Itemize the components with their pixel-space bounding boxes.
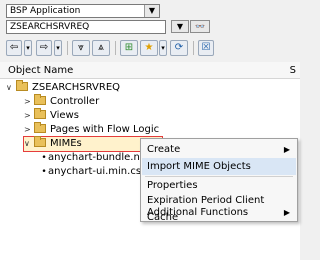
collapse-icon: ⩓ [98, 42, 104, 53]
folder-icon [34, 94, 46, 105]
chevron-down-icon[interactable]: ▼ [144, 5, 159, 17]
favorites-button[interactable]: ★ [140, 40, 158, 56]
close-icon: ☒ [201, 42, 211, 53]
tree-node-pages-with-flow-logic[interactable]: > Pages with Flow Logic [24, 122, 160, 137]
column-header-secondary: S [289, 65, 296, 76]
back-menu-button[interactable]: ▾ [24, 40, 32, 56]
back-button[interactable]: ⇦ [6, 40, 22, 56]
dropdown-button[interactable]: ▼ [171, 20, 189, 33]
object-name-field[interactable]: ZSEARCHSRVREQ [6, 20, 166, 34]
toolbar-separator [193, 41, 194, 55]
tree-node-file[interactable]: •anychart-bundle.n [40, 151, 140, 165]
collapse-button[interactable]: ⩓ [92, 40, 110, 56]
expanded-chevron-icon[interactable]: ∨ [6, 81, 16, 95]
submenu-arrow-icon: ▶ [283, 145, 290, 154]
folder-icon [34, 136, 46, 147]
menu-item-label: Properties [147, 180, 198, 191]
tree-node-label: anychart-ui.min.cs [48, 166, 142, 177]
forward-button[interactable]: ⇨ [36, 40, 52, 56]
column-header-object-name: Object Name [8, 65, 74, 76]
tree-node-label: anychart-bundle.n [48, 152, 140, 163]
menu-item-create[interactable]: Create ▶ [142, 141, 296, 158]
tree-node-views[interactable]: > Views [24, 108, 79, 123]
folder-icon [16, 80, 28, 91]
menu-item-label: Import MIME Objects [147, 161, 251, 172]
tree-node-controller[interactable]: > Controller [24, 94, 100, 109]
collapsed-chevron-icon[interactable]: > [24, 95, 34, 109]
tree-node-root[interactable]: ∨ ZSEARCHSRVREQ [6, 80, 121, 95]
forward-menu-button[interactable]: ▾ [54, 40, 62, 56]
favorites-menu-button[interactable]: ▾ [159, 40, 167, 56]
toolbar-separator [67, 41, 68, 55]
chevron-down-icon: ▼ [176, 22, 184, 31]
menu-item-label: Create [147, 144, 181, 155]
arrow-left-icon: ⇦ [9, 42, 19, 53]
collapsed-chevron-icon[interactable]: > [24, 109, 34, 123]
chevron-down-icon: ▾ [26, 44, 30, 52]
chevron-down-icon: ▾ [161, 44, 165, 52]
tree-node-label: ZSEARCHSRVREQ [32, 82, 121, 93]
close-button[interactable]: ☒ [198, 40, 214, 56]
chevron-down-icon: ▾ [56, 44, 60, 52]
collapsed-chevron-icon[interactable]: > [24, 123, 34, 137]
bullet-icon: • [41, 167, 47, 177]
tree-node-label: Pages with Flow Logic [50, 124, 160, 135]
hierarchy-button[interactable]: ⊞ [120, 40, 138, 56]
refresh-button[interactable]: ⟳ [170, 40, 188, 56]
display-button[interactable]: 👓 [190, 20, 210, 33]
tree-node-file[interactable]: •anychart-ui.min.cs [40, 165, 141, 179]
object-type-dropdown[interactable]: BSP Application ▼ [6, 4, 160, 18]
toolbar: ⇦ ▾ ⇨ ▾ ⩔ ⩓ ⊞ ★ ▾ ⟳ ☒ [4, 40, 300, 58]
hierarchy-icon: ⊞ [124, 42, 134, 53]
refresh-icon: ⟳ [174, 42, 184, 53]
favorites-icon: ★ [144, 42, 154, 53]
tree-node-label: MIMEs [50, 138, 82, 149]
expanded-chevron-icon[interactable]: ∨ [24, 137, 34, 151]
menu-item-label: Additional Functions [147, 207, 249, 218]
expand-icon: ⩔ [78, 42, 84, 53]
bullet-icon: • [41, 153, 47, 163]
tree-header: Object Name S [0, 62, 300, 79]
folder-icon [34, 122, 46, 133]
context-menu: Create ▶ Import MIME Objects Properties … [140, 138, 298, 223]
tree-node-label: Controller [50, 96, 100, 107]
folder-icon [34, 108, 46, 119]
submenu-arrow-icon: ▶ [283, 208, 290, 217]
expand-button[interactable]: ⩔ [72, 40, 90, 56]
arrow-right-icon: ⇨ [39, 42, 49, 53]
tree-node-label: Views [50, 110, 79, 121]
menu-item-additional-functions[interactable]: Additional Functions ▶ [142, 205, 296, 221]
object-type-value: BSP Application [10, 6, 81, 16]
menu-item-import-mime-objects[interactable]: Import MIME Objects [142, 158, 296, 175]
toolbar-separator [115, 41, 116, 55]
glasses-icon: 👓 [195, 22, 205, 31]
object-name-value: ZSEARCHSRVREQ [10, 22, 90, 32]
